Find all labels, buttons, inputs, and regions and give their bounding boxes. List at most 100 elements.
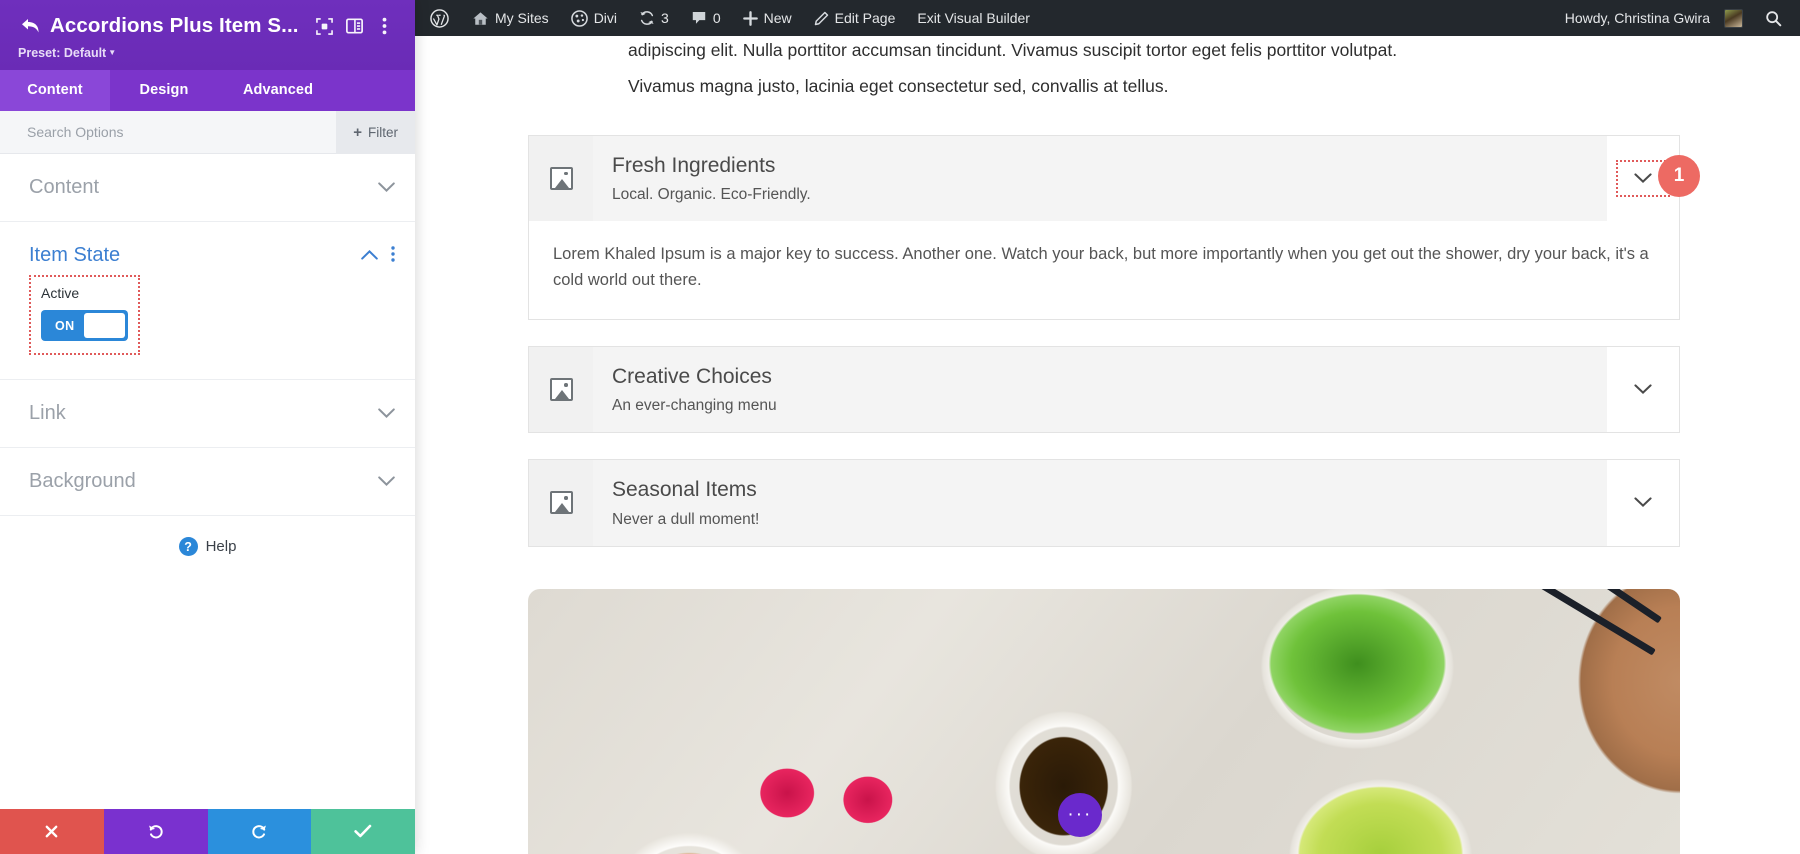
accordion-item-subtitle: Local. Organic. Eco-Friendly.: [612, 185, 811, 203]
accordion-item-header[interactable]: Fresh Ingredients Local. Organic. Eco-Fr…: [529, 135, 1679, 221]
help-label: Help: [205, 538, 237, 555]
accordion-item-header[interactable]: Seasonal Items Never a dull moment!: [529, 460, 1679, 546]
tab-advanced[interactable]: Advanced: [218, 70, 338, 111]
back-arrow-icon[interactable]: [16, 12, 44, 40]
new-content-label: New: [763, 10, 792, 26]
comments-count: 0: [712, 10, 721, 26]
active-field-label: Active: [41, 285, 80, 301]
filter-button[interactable]: + Filter: [336, 110, 415, 154]
section-item-state: Item State Active ON: [0, 222, 415, 380]
save-button[interactable]: [311, 809, 415, 854]
edit-page-button[interactable]: Edit Page: [803, 0, 907, 36]
question-mark-icon: ?: [178, 537, 198, 556]
focus-target-icon[interactable]: [309, 12, 339, 40]
settings-sections: Content Item State Active ON Link Backgr…: [0, 154, 415, 809]
redo-arrow-icon: [252, 825, 266, 839]
wordpress-admin-bar: My Sites Divi 3 0 New Edit Page Exit Vis…: [415, 0, 1800, 36]
section-link: Link: [0, 380, 415, 448]
comment-bubble-icon: [691, 10, 707, 26]
accordion-item-subtitle: Never a dull moment!: [612, 510, 760, 528]
section-content: Content: [0, 154, 415, 222]
help-link[interactable]: ? Help: [0, 516, 415, 577]
chevron-down-icon: [1634, 173, 1652, 183]
section-link-label: Link: [29, 402, 66, 424]
search-options-bar: + Filter: [0, 110, 415, 154]
item-state-content: Active ON: [0, 275, 415, 379]
redo-button[interactable]: [207, 809, 312, 854]
plus-icon: [742, 10, 758, 26]
accordion-item-header[interactable]: Creative Choices An ever-changing menu: [529, 347, 1679, 433]
module-options-button[interactable]: ···: [1057, 792, 1102, 837]
section-item-state-label: Item State: [29, 244, 121, 266]
accordion-item-icon-cell: [529, 460, 593, 546]
kebab-menu-icon[interactable]: [369, 12, 399, 40]
chevron-down-icon[interactable]: [378, 476, 395, 487]
accordion-item-title: Creative Choices: [612, 365, 772, 389]
section-link-header[interactable]: Link: [0, 380, 415, 447]
toggle-knob: [84, 313, 125, 338]
accordion-item-title: Seasonal Items: [612, 478, 757, 502]
search-icon: [1765, 10, 1782, 27]
chevron-down-icon: ▼: [108, 48, 117, 57]
accordion-item-icon-cell: [529, 347, 593, 433]
tab-design[interactable]: Design: [110, 70, 218, 111]
sites-house-icon: [472, 11, 489, 26]
discard-button[interactable]: [0, 809, 104, 854]
search-input[interactable]: [27, 124, 277, 140]
chopstick-icon: [1309, 588, 1662, 623]
preset-label: Preset: Default: [18, 46, 107, 60]
section-item-state-header[interactable]: Item State: [0, 222, 415, 275]
accordion-item-text: Creative Choices An ever-changing menu: [593, 347, 1607, 432]
layout-panel-icon[interactable]: [339, 12, 369, 40]
my-sites-label: My Sites: [495, 10, 549, 26]
module-settings-panel: Accordions Plus Item S... Preset: Defaul…: [0, 0, 415, 854]
plus-icon: +: [353, 123, 362, 141]
search-button[interactable]: [1754, 0, 1800, 36]
accordion-item-title: Fresh Ingredients: [612, 153, 776, 177]
divi-menu[interactable]: Divi: [560, 0, 628, 36]
new-content-button[interactable]: New: [732, 0, 803, 36]
section-content-header[interactable]: Content: [0, 154, 415, 221]
page-title: Accordions Plus Item S...: [50, 14, 299, 37]
active-toggle-value: ON: [55, 318, 75, 333]
accordion-item-subtitle: An ever-changing menu: [612, 397, 777, 415]
chopstick-icon: [1300, 588, 1656, 656]
updates-count: 3: [661, 10, 669, 26]
close-x-icon: [45, 825, 58, 838]
chevron-down-icon[interactable]: [378, 182, 395, 193]
accordion-item: Seasonal Items Never a dull moment!: [528, 459, 1680, 547]
my-sites-menu[interactable]: My Sites: [461, 0, 560, 36]
section-content-label: Content: [29, 176, 100, 198]
settings-panel-header: Accordions Plus Item S... Preset: Defaul…: [0, 0, 415, 70]
checkmark-icon: [354, 824, 372, 838]
hand-with-chopsticks: [1300, 588, 1680, 854]
kebab-menu-icon[interactable]: [391, 246, 395, 265]
greeting-label: Howdy, Christina Gwira: [1564, 10, 1710, 26]
undo-button[interactable]: [103, 809, 208, 854]
chevron-down-icon[interactable]: [378, 408, 395, 419]
image-placeholder-icon: [549, 491, 573, 515]
intro-paragraph-1: adipiscing elit. Nulla porttitor accumsa…: [628, 40, 1398, 60]
chevron-down-icon: [1634, 497, 1652, 508]
accordion-item-text: Fresh Ingredients Local. Organic. Eco-Fr…: [593, 136, 1607, 221]
image-placeholder-icon: [549, 166, 573, 190]
accordion-item-toggle[interactable]: [1607, 347, 1679, 433]
updates-button[interactable]: 3: [628, 0, 680, 36]
comments-button[interactable]: 0: [680, 0, 732, 36]
accordion-item-toggle[interactable]: [1607, 460, 1679, 546]
tab-content[interactable]: Content: [0, 70, 110, 111]
active-toggle[interactable]: ON: [41, 310, 128, 341]
filter-button-label: Filter: [368, 124, 398, 140]
section-background-label: Background: [29, 470, 136, 492]
settings-tabs: Content Design Advanced: [0, 70, 415, 111]
intro-paragraphs: adipiscing elit. Nulla porttitor accumsa…: [415, 36, 1800, 101]
intro-paragraph-2: Vivamus magna justo, lacinia eget consec…: [628, 76, 1169, 97]
wp-logo-button[interactable]: [415, 0, 461, 36]
preset-selector[interactable]: Preset: Default ▼: [18, 46, 399, 60]
section-background-header[interactable]: Background: [0, 448, 415, 515]
chevron-down-icon: [1634, 384, 1652, 395]
active-field-group: Active ON: [29, 275, 140, 355]
chevron-up-icon[interactable]: [361, 250, 378, 261]
exit-visual-builder-button[interactable]: Exit Visual Builder: [906, 0, 1041, 36]
account-menu[interactable]: Howdy, Christina Gwira: [1554, 0, 1754, 36]
